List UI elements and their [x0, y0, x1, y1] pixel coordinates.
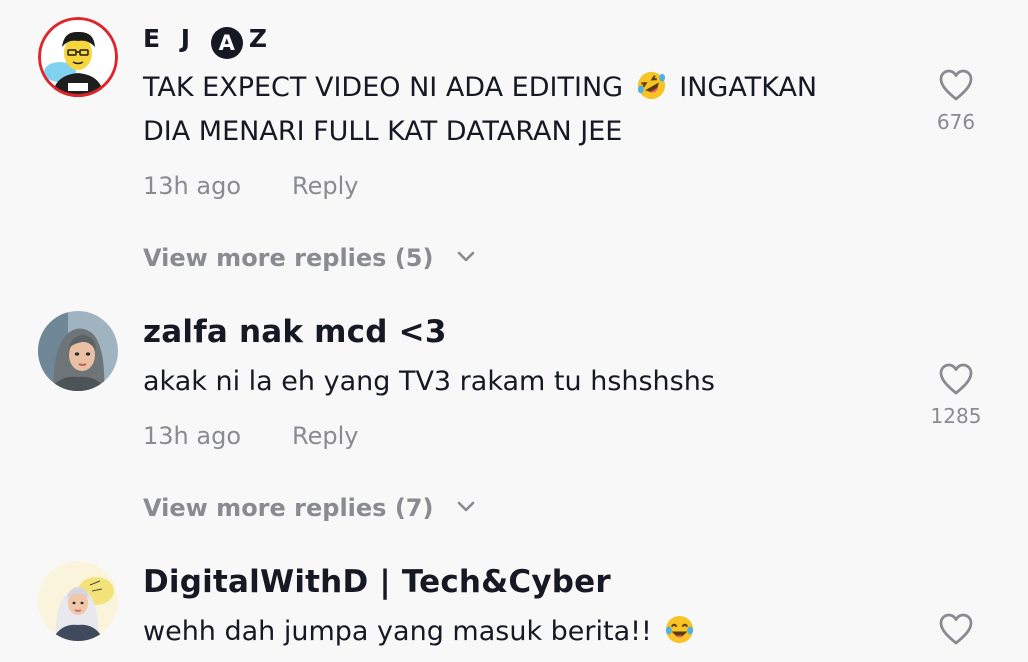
comment-item: DigitalWithD | Tech&Cyber wehh dah jumpa… — [0, 0, 1028, 662]
comments-list: E J AZ TAK EXPECT VIDEO NI ADA EDITING I… — [0, 0, 1028, 662]
joy-emoji-icon — [666, 615, 694, 644]
illustrated-woman-avatar-icon — [38, 561, 118, 641]
comment-text: wehh dah jumpa yang masuk berita!! — [143, 610, 903, 654]
comment-username[interactable]: DigitalWithD | Tech&Cyber — [143, 564, 611, 600]
like-button[interactable] — [920, 612, 992, 646]
avatar[interactable] — [38, 561, 118, 641]
heart-icon — [939, 613, 973, 645]
